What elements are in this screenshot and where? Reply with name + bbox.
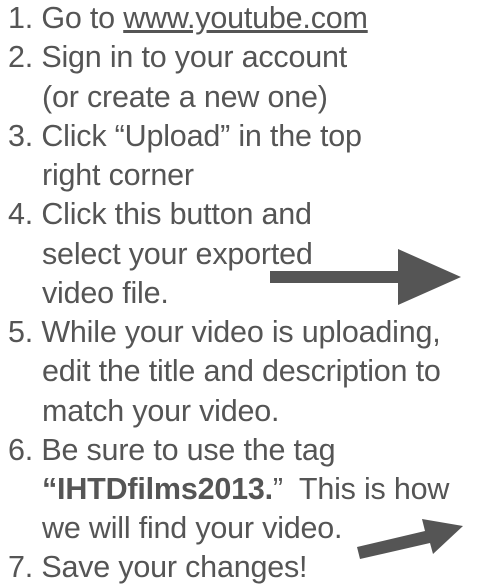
- right-arrow-icon: [270, 249, 461, 305]
- step-7: 7. Save your changes!: [8, 550, 308, 584]
- step-6: 6. Be sure to use the tag: [8, 433, 336, 467]
- step-2-number: 2.: [8, 40, 34, 74]
- step-4-number: 4.: [8, 197, 34, 231]
- youtube-link[interactable]: www.youtube.com: [123, 1, 368, 35]
- step-1-text: Go to: [41, 1, 115, 35]
- step-1: 1. Go to www.youtube.com: [8, 1, 368, 35]
- right-arrow-shape: [270, 249, 461, 305]
- step-6-line-1: Be sure to use the tag: [41, 433, 336, 467]
- step-7-line-1: Save your changes!: [41, 550, 308, 584]
- step-4-line-1: Click this button and: [41, 197, 312, 231]
- step-5-number: 5.: [8, 315, 34, 349]
- step-5-line-2: edit the title and description to: [42, 354, 441, 388]
- step-6-line-3: we will find your video.: [42, 511, 343, 545]
- step-3: 3. Click “Upload” in the top: [8, 119, 362, 153]
- step-6-number: 6.: [8, 433, 34, 467]
- step-7-number: 7.: [8, 550, 34, 584]
- diagonal-arrow-icon: [357, 519, 463, 559]
- step-5-line-1: While your video is uploading,: [41, 315, 441, 349]
- step-2: 2. Sign in to your account: [8, 40, 347, 74]
- step-1-number: 1.: [8, 1, 34, 35]
- diagonal-arrow-shape: [357, 519, 463, 559]
- tag-name: “IHTDfilms2013.: [42, 472, 273, 506]
- step-5-line-3: match your video.: [42, 394, 280, 428]
- step-3-line-2: right corner: [42, 158, 194, 192]
- step-5: 5. While your video is uploading,: [8, 315, 441, 349]
- tag-closing-quote: ”: [272, 472, 283, 506]
- step-4: 4. Click this button and: [8, 197, 312, 231]
- step-2-line-1: Sign in to your account: [41, 40, 348, 74]
- step-4-line-3: video file.: [42, 276, 169, 310]
- step-2-line-2: (or create a new one): [42, 80, 328, 114]
- step-3-number: 3.: [8, 119, 34, 153]
- step-3-line-1: Click “Upload” in the top: [41, 119, 362, 153]
